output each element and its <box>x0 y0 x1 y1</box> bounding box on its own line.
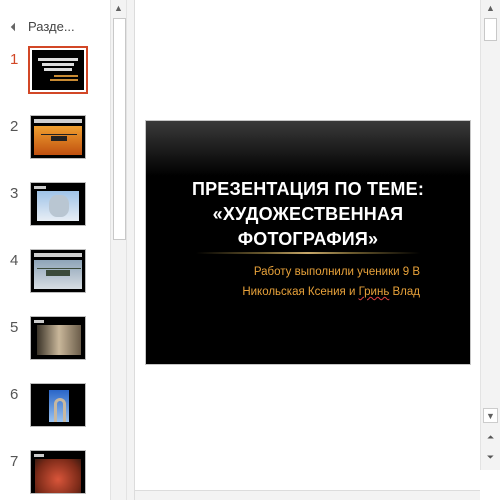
misspelled-word[interactable]: Гринь <box>359 286 390 298</box>
slide-number: 2 <box>10 118 19 135</box>
slide-thumbnail-4[interactable] <box>30 249 86 293</box>
collapse-triangle-icon[interactable] <box>10 22 20 32</box>
thumbnail-row-2[interactable]: 2 <box>0 115 110 170</box>
powerpoint-window: Разде... 1 2 3 4 5 6 7 ▲ ПРЕЗЕНТАЦИЯ ПО … <box>0 0 500 500</box>
thumbnail-row-5[interactable]: 5 <box>0 316 110 371</box>
slide-number: 4 <box>10 252 19 269</box>
slide-number: 3 <box>10 185 19 202</box>
slide-background-glow <box>146 121 470 176</box>
slide-thumbnail-1[interactable] <box>28 46 88 94</box>
scrollbar-thumb[interactable] <box>113 18 126 240</box>
editor-scrollbar[interactable]: ▲ ▼ <box>480 0 500 470</box>
slide-subtitle-line[interactable]: Работу выполнили ученики 9 В <box>206 266 420 278</box>
next-slide-icon[interactable]: ⏷ <box>483 450 498 465</box>
slide-title-line: ПРЕЗЕНТАЦИЯ ПО ТЕМЕ: <box>191 179 425 199</box>
slide-thumbnails-pane: Разде... 1 2 3 4 5 6 7 <box>0 0 110 500</box>
slide-thumbnail-5[interactable] <box>30 316 86 360</box>
scroll-down-icon[interactable]: ▼ <box>483 408 498 423</box>
scroll-up-icon[interactable]: ▲ <box>111 0 126 15</box>
thumbnail-row-7[interactable]: 7 <box>0 450 110 500</box>
slide-thumbnail-3[interactable] <box>30 182 86 226</box>
thumbnail-row-6[interactable]: 6 <box>0 383 110 438</box>
slide-thumbnail-2[interactable] <box>30 115 86 159</box>
previous-slide-icon[interactable]: ⏶ <box>483 430 498 445</box>
thumbnail-row-3[interactable]: 3 <box>0 182 110 237</box>
slide-title-line: ФОТОГРАФИЯ» <box>237 229 379 249</box>
thumbnails-scrollbar[interactable]: ▲ <box>110 0 127 500</box>
section-header[interactable]: Разде... <box>10 17 75 35</box>
scroll-up-icon[interactable]: ▲ <box>483 0 498 15</box>
slide-number: 6 <box>10 386 19 403</box>
slide-title-line: «ХУДОЖЕСТВЕННАЯ <box>212 204 404 224</box>
horizontal-scrollbar[interactable] <box>135 490 480 500</box>
slide-editing-area: ПРЕЗЕНТАЦИЯ ПО ТЕМЕ: «ХУДОЖЕСТВЕННАЯ ФОТ… <box>135 0 480 490</box>
slide-subtitle-line[interactable]: Никольская Ксения и Гринь Влад <box>206 286 420 298</box>
slide-number: 7 <box>10 453 19 470</box>
scrollbar-thumb[interactable] <box>484 18 497 41</box>
section-label: Разде... <box>28 18 75 34</box>
slide-title[interactable]: ПРЕЗЕНТАЦИЯ ПО ТЕМЕ: «ХУДОЖЕСТВЕННАЯ ФОТ… <box>146 177 470 252</box>
subtitle-text: Никольская Ксения и <box>242 286 359 298</box>
slide-number: 5 <box>10 319 19 336</box>
slide-thumbnail-6[interactable] <box>30 383 86 427</box>
slide-number: 1 <box>10 51 19 68</box>
decorative-divider <box>196 252 420 254</box>
pane-splitter[interactable] <box>127 0 135 500</box>
thumbnail-row-1[interactable]: 1 <box>0 46 110 103</box>
subtitle-text: Влад <box>389 286 421 298</box>
thumbnail-row-4[interactable]: 4 <box>0 249 110 304</box>
current-slide[interactable]: ПРЕЗЕНТАЦИЯ ПО ТЕМЕ: «ХУДОЖЕСТВЕННАЯ ФОТ… <box>145 120 471 365</box>
slide-thumbnail-7[interactable] <box>30 450 86 494</box>
